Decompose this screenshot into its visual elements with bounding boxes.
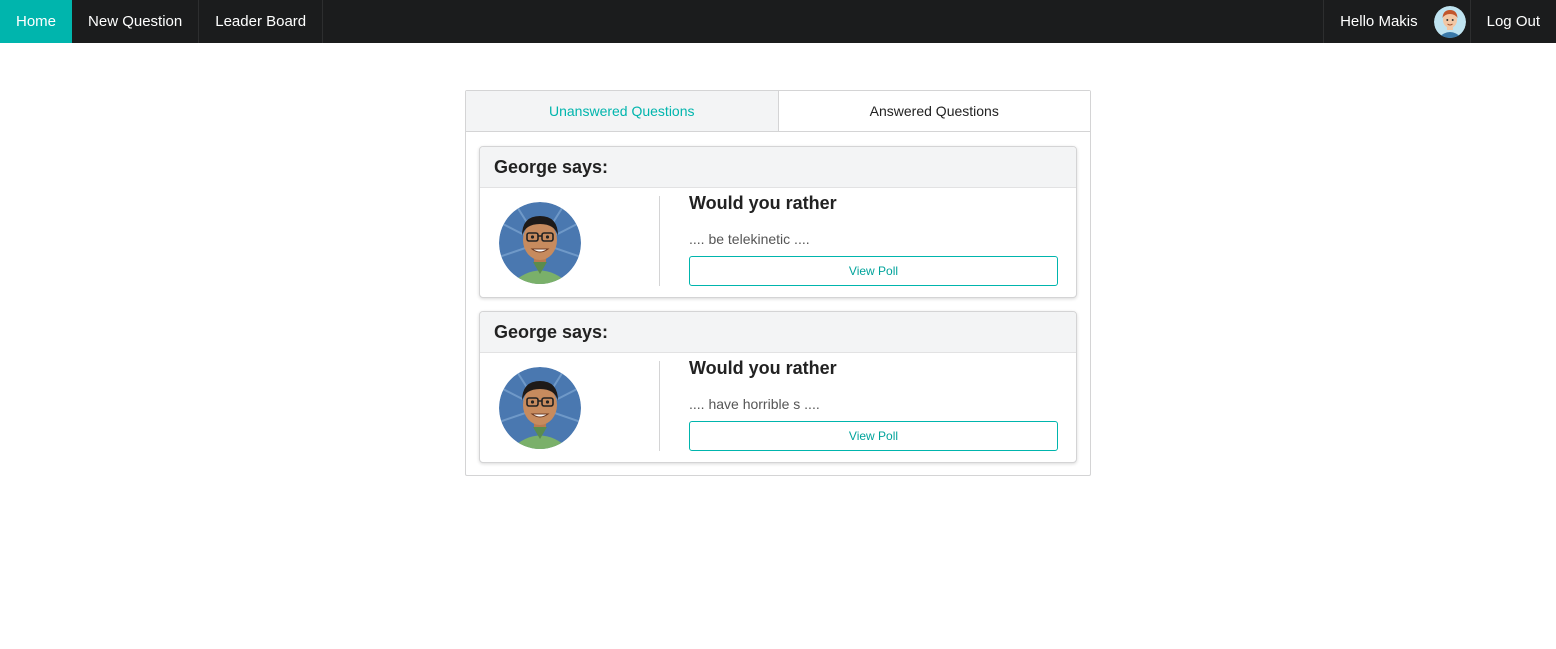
- nav-logout[interactable]: Log Out: [1469, 0, 1556, 43]
- card-divider: [659, 361, 660, 451]
- card-body: Would you rather .... be telekinetic ...…: [480, 188, 1076, 297]
- card-author: George says:: [480, 312, 1076, 353]
- questions-panel: Unanswered Questions Answered Questions …: [465, 90, 1091, 476]
- question-title: Would you rather: [689, 358, 837, 378]
- user-greeting: Hello Makis: [1340, 13, 1418, 30]
- nav-leader-board[interactable]: Leader Board: [199, 0, 324, 43]
- user-avatar: [1418, 0, 1470, 43]
- question-card: George says:: [479, 146, 1077, 298]
- question-snippet: .... be telekinetic ....: [689, 231, 810, 247]
- view-poll-button[interactable]: View Poll: [689, 421, 1058, 451]
- nav-new-question[interactable]: New Question: [72, 0, 200, 43]
- tab-answered[interactable]: Answered Questions: [778, 91, 1090, 131]
- author-avatar: [499, 367, 581, 449]
- author-avatar: [499, 202, 581, 284]
- user-avatar-icon: [1433, 5, 1466, 38]
- nav-user: Hello Makis: [1323, 0, 1470, 43]
- card-author: George says:: [480, 147, 1076, 188]
- question-title: Would you rather: [689, 193, 837, 213]
- questions-tabs: Unanswered Questions Answered Questions: [466, 91, 1090, 132]
- card-divider: [659, 196, 660, 286]
- question-snippet: .... have horrible s ....: [689, 396, 820, 412]
- author-avatar-icon: [499, 367, 581, 449]
- view-poll-button[interactable]: View Poll: [689, 256, 1058, 286]
- nav-left: Home New Question Leader Board: [0, 0, 324, 43]
- tab-unanswered[interactable]: Unanswered Questions: [466, 91, 779, 131]
- question-card: George says:: [479, 311, 1077, 463]
- card-body: Would you rather .... have horrible s ..…: [480, 353, 1076, 462]
- top-navbar: Home New Question Leader Board Hello Mak…: [0, 0, 1556, 43]
- nav-right: Hello Makis Log Out: [1323, 0, 1556, 43]
- author-avatar-icon: [499, 202, 581, 284]
- nav-home[interactable]: Home: [0, 0, 73, 43]
